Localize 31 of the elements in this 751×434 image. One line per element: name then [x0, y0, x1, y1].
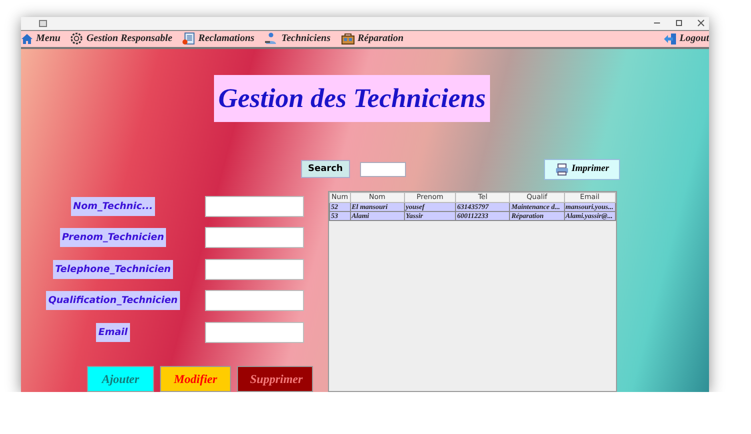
field-label: Prenom_Technicien	[60, 228, 166, 248]
document-icon	[182, 32, 196, 46]
close-icon[interactable]	[697, 19, 705, 28]
field-label: Nom_Technic...	[71, 196, 155, 216]
toolbox-icon	[340, 32, 354, 46]
search-label: Search	[301, 160, 350, 178]
input-field[interactable]	[205, 322, 304, 343]
house-icon	[21, 32, 33, 45]
field-label: Telephone_Technicien	[53, 260, 173, 279]
logout-icon	[664, 32, 677, 45]
input-field[interactable]	[205, 196, 304, 217]
gear-icon	[70, 32, 84, 46]
add-button[interactable]: Ajouter	[87, 366, 154, 392]
print-button[interactable]: Imprimer	[544, 158, 620, 180]
menu-item[interactable]: Reclamations	[182, 32, 254, 46]
input-field[interactable]	[205, 290, 304, 312]
logout-item[interactable]: Logout	[664, 32, 709, 45]
search-field[interactable]	[360, 162, 406, 176]
field-label: Qualification_Technicien	[46, 291, 180, 310]
field-label: Email	[96, 322, 130, 342]
maximize-icon[interactable]	[675, 19, 683, 28]
printer-icon	[554, 162, 569, 176]
input-field[interactable]	[205, 227, 304, 248]
app-icon	[39, 19, 47, 28]
menu-item[interactable]: Réparation	[340, 32, 404, 46]
people-icon	[264, 32, 278, 46]
menu-item[interactable]: Techniciens	[264, 32, 330, 46]
page-heading: Gestion des Techniciens	[214, 74, 490, 122]
menu-item[interactable]: Menu	[21, 32, 60, 45]
input-field[interactable]	[205, 258, 304, 280]
menu-item[interactable]: Gestion Responsable	[70, 32, 172, 46]
